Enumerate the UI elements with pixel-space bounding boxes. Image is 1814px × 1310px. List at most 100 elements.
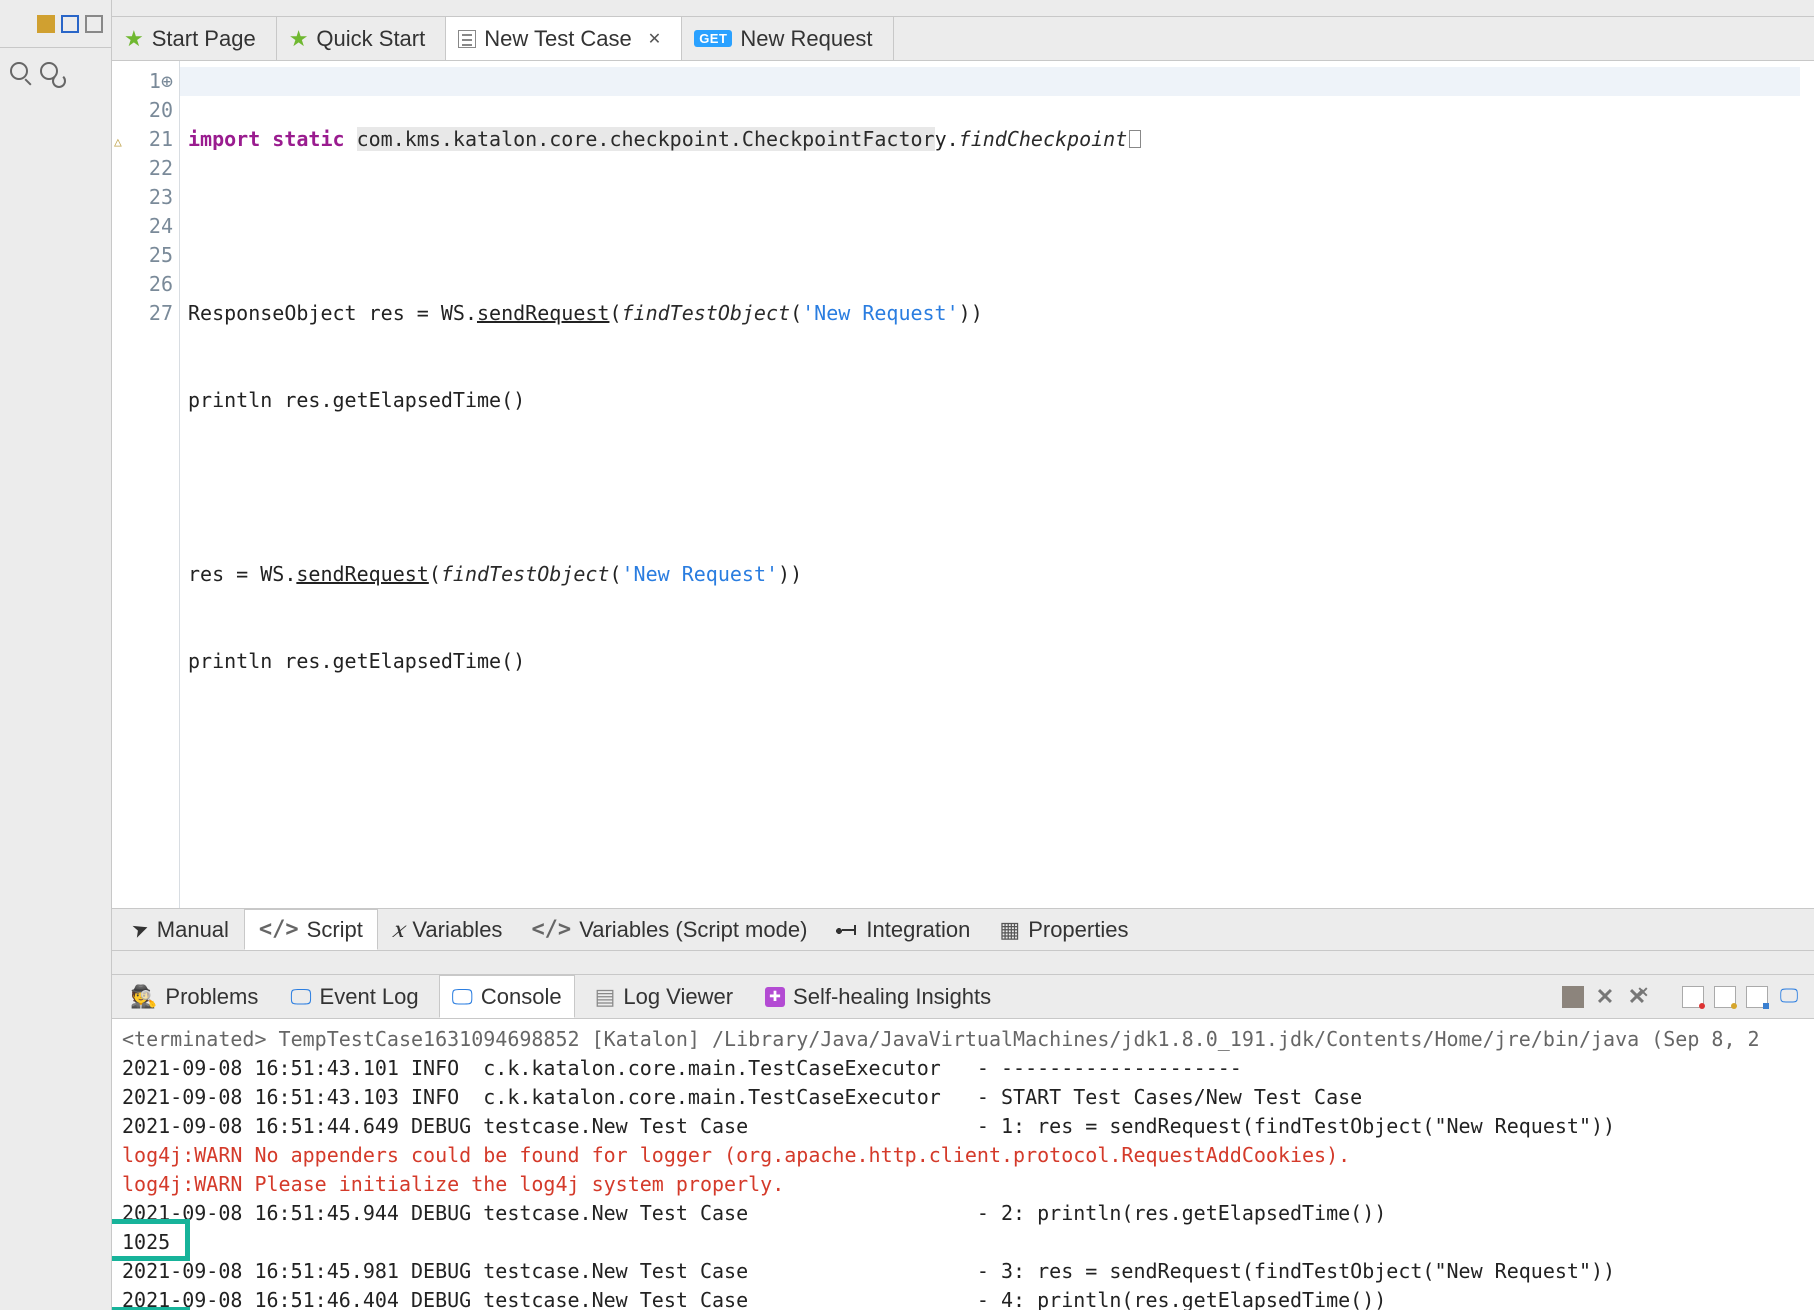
open-console-icon[interactable]: 🖵 (1778, 986, 1800, 1008)
tab-manual[interactable]: ➤ Manual (118, 909, 244, 950)
tab-label: Script (307, 917, 363, 943)
console-line: 2021-09-08 16:51:43.103 INFO c.k.katalon… (122, 1083, 1804, 1112)
tab-label: Integration (866, 917, 970, 943)
tab-label: Log Viewer (623, 984, 733, 1010)
heal-icon: ✚ (765, 987, 785, 1007)
tab-console[interactable]: 🖵 Console (439, 975, 575, 1018)
console-line: log4j:WARN No appenders could be found f… (122, 1141, 1804, 1170)
code-line (188, 212, 1814, 241)
star-icon: ★ (289, 26, 309, 52)
code-line: ResponseObject res = WS.sendRequest(find… (188, 299, 1814, 328)
close-icon[interactable]: ✕ (1594, 986, 1616, 1008)
tab-properties[interactable]: Properties (985, 909, 1143, 950)
editor-mode-tabs: ➤ Manual </> Script 𝑥 Variables </> Vari… (112, 909, 1814, 951)
tab-new-request[interactable]: GET New Request (682, 17, 893, 60)
code-line (188, 473, 1814, 502)
console-line: 1025 (122, 1228, 1804, 1257)
close-icon[interactable]: ✕ (648, 29, 661, 49)
console-toolbar: ✕ ✕✕ 🖵 (1562, 986, 1808, 1008)
minimize-icon[interactable] (37, 15, 55, 33)
tab-label: Start Page (152, 26, 256, 52)
tab-label: New Request (740, 26, 872, 52)
line-number: 27 (132, 299, 179, 328)
code-line: println res.getElapsedTime() (188, 386, 1814, 415)
tab-start-page[interactable]: ★ Start Page (112, 17, 277, 60)
left-sidebar-controls (0, 0, 111, 48)
editor-tabs: ★ Start Page ★ Quick Start New Test Case… (112, 17, 1814, 61)
panel-divider[interactable] (112, 951, 1814, 975)
tab-problems[interactable]: 🕵 Problems (118, 975, 270, 1018)
code-line (188, 821, 1814, 850)
panel-tabs: 🕵 Problems 🖵 Event Log 🖵 Console ▤ Log V… (112, 975, 1814, 1019)
console-line: log4j:WARN Please initialize the log4j s… (122, 1170, 1804, 1199)
search-icon[interactable] (10, 62, 30, 82)
code-editor[interactable]: △ 1⊕ 20 21 22 23 24 25 26 27 import stat… (112, 61, 1814, 909)
tab-label: Problems (165, 984, 258, 1010)
console-line: 2021-09-08 16:51:43.101 INFO c.k.katalon… (122, 1054, 1804, 1083)
line-number: 20 (132, 96, 179, 125)
tab-label: Self-healing Insights (793, 984, 991, 1010)
maximize-icon[interactable] (85, 15, 103, 33)
tab-log-viewer[interactable]: ▤ Log Viewer (583, 975, 745, 1018)
line-number: 26 (132, 270, 179, 299)
tab-script[interactable]: </> Script (244, 909, 378, 950)
fold-icon[interactable]: ⊕ (161, 69, 173, 93)
code-area[interactable]: import static com.kms.katalon.core.check… (180, 61, 1814, 908)
tab-variables[interactable]: 𝑥 Variables (378, 909, 518, 950)
tab-label: Variables (412, 917, 502, 943)
log-icon: ▤ (595, 984, 616, 1010)
tab-label: Variables (Script mode) (579, 917, 807, 943)
console-line: 2021-09-08 16:51:44.649 DEBUG testcase.N… (122, 1112, 1804, 1141)
line-number-gutter: 1⊕ 20 21 22 23 24 25 26 27 (132, 61, 180, 908)
tab-variables-script[interactable]: </> Variables (Script mode) (517, 909, 822, 950)
left-sidebar (0, 0, 112, 1310)
line-number: 22 (132, 154, 179, 183)
tab-quick-start[interactable]: ★ Quick Start (277, 17, 447, 60)
tab-label: Properties (1028, 917, 1128, 943)
code-icon: </> (259, 917, 299, 942)
line-number: 1 (149, 69, 161, 93)
console-title: <terminated> TempTestCase1631094698852 [… (122, 1025, 1804, 1054)
left-search-row (0, 48, 111, 96)
tab-new-test-case[interactable]: New Test Case ✕ (446, 17, 682, 60)
search-refresh-icon[interactable] (40, 62, 60, 82)
tab-label: Quick Start (316, 26, 425, 52)
code-line: res = WS.sendRequest(findTestObject('New… (188, 560, 1814, 589)
line-number: 24 (132, 212, 179, 241)
code-line: println res.getElapsedTime() (188, 647, 1814, 676)
tab-label: Manual (157, 917, 229, 943)
tab-integration[interactable]: Integration (822, 909, 985, 950)
console-line: 2021-09-08 16:51:45.944 DEBUG testcase.N… (122, 1199, 1804, 1228)
integration-icon (836, 923, 858, 937)
folded-region-icon[interactable] (1129, 130, 1141, 148)
close-all-icon[interactable]: ✕✕ (1626, 986, 1648, 1008)
monitor-icon: 🖵 (290, 984, 311, 1010)
console-line: 2021-09-08 16:51:45.981 DEBUG testcase.N… (122, 1257, 1804, 1286)
code-line (188, 734, 1814, 763)
star-icon: ★ (124, 26, 144, 52)
http-method-badge: GET (694, 30, 732, 47)
restore-icon[interactable] (61, 15, 79, 33)
code-icon: </> (531, 917, 571, 942)
warning-marker-icon: △ (112, 128, 122, 157)
cursor-icon: ➤ (128, 915, 152, 944)
monitor-icon: 🖵 (452, 984, 473, 1010)
tab-self-healing[interactable]: ✚ Self-healing Insights (753, 975, 1003, 1018)
testcase-icon (458, 30, 476, 48)
tab-label: New Test Case (484, 26, 632, 52)
clear-icon[interactable] (1682, 986, 1704, 1008)
line-number: 21 (132, 125, 179, 154)
stop-icon[interactable] (1562, 986, 1584, 1008)
code-line: import static com.kms.katalon.core.check… (188, 125, 1814, 154)
marker-column: △ (112, 61, 132, 908)
pin-icon[interactable] (1746, 986, 1768, 1008)
console-output[interactable]: <terminated> TempTestCase1631094698852 [… (112, 1019, 1814, 1310)
tab-label: Console (481, 984, 562, 1010)
grid-icon (999, 917, 1020, 943)
tab-event-log[interactable]: 🖵 Event Log (278, 975, 430, 1018)
variable-icon: 𝑥 (392, 917, 404, 943)
line-number: 25 (132, 241, 179, 270)
line-number: 23 (132, 183, 179, 212)
tab-label: Event Log (320, 984, 419, 1010)
scroll-lock-icon[interactable] (1714, 986, 1736, 1008)
